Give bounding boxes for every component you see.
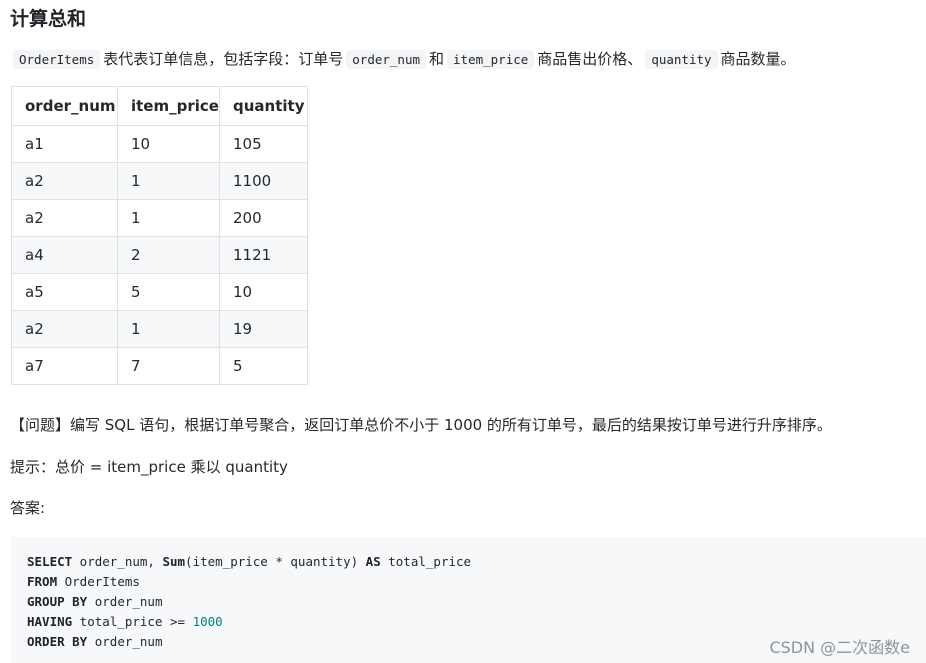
- code-number-literal: 1000: [192, 614, 223, 629]
- table-row: a4 2 1121: [11, 236, 308, 274]
- code-text: total_price: [380, 554, 472, 569]
- csdn-watermark: CSDN @二次函数e: [769, 638, 910, 657]
- cell-item-price: 2: [117, 236, 220, 274]
- header-quantity: quantity: [219, 86, 308, 126]
- intro-text-4: 商品数量。: [720, 50, 796, 68]
- cell-order-num: a2: [11, 310, 118, 348]
- inline-code-table: OrderItems: [13, 50, 101, 69]
- table-header-row: order_num item_price quantity: [11, 86, 308, 126]
- keyword-as: AS: [365, 554, 381, 569]
- inline-code-quantity: quantity: [645, 50, 718, 69]
- cell-quantity: 1121: [219, 236, 308, 274]
- code-line: SELECT order_num, Sum(item_price * quant…: [27, 552, 926, 572]
- code-text: order_num: [87, 594, 163, 609]
- code-text: order_num: [87, 634, 163, 649]
- intro-text-1: 表代表订单信息，包括字段：订单号: [103, 50, 344, 68]
- inline-code-item-price: item_price: [447, 50, 535, 69]
- code-text: (item_price * quantity): [185, 554, 366, 569]
- code-line: HAVING total_price >= 1000: [27, 612, 926, 632]
- cell-item-price: 1: [117, 310, 220, 348]
- intro-text-3: 商品售出价格、: [537, 50, 643, 68]
- cell-order-num: a2: [11, 199, 118, 237]
- code-text: total_price >=: [72, 614, 193, 629]
- table-row: a5 5 10: [11, 273, 308, 311]
- intro-paragraph: OrderItems 表代表订单信息，包括字段：订单号 order_num 和 item…: [10, 46, 796, 72]
- inline-code-order-num: order_num: [346, 50, 427, 69]
- header-order-num: order_num: [11, 86, 118, 126]
- cell-item-price: 10: [117, 125, 220, 163]
- cell-item-price: 1: [117, 199, 220, 237]
- keyword-order-by: ORDER BY: [27, 634, 88, 649]
- table-row: a7 7 5: [11, 347, 308, 385]
- cell-order-num: a1: [11, 125, 118, 163]
- cell-quantity: 200: [219, 199, 308, 237]
- table-row: a2 1 19: [11, 310, 308, 348]
- cell-item-price: 5: [117, 273, 220, 311]
- hint-text: 提示：总价 = item_price 乘以 quantity: [10, 458, 288, 476]
- cell-quantity: 1100: [219, 162, 308, 200]
- cell-order-num: a2: [11, 162, 118, 200]
- cell-quantity: 105: [219, 125, 308, 163]
- code-text: order_num,: [72, 554, 163, 569]
- table-row: a2 1 1100: [11, 162, 308, 200]
- cell-order-num: a5: [11, 273, 118, 311]
- table-row: a1 10 105: [11, 125, 308, 163]
- cell-order-num: a4: [11, 236, 118, 274]
- code-text: OrderItems: [57, 574, 140, 589]
- keyword-sum: Sum: [162, 554, 186, 569]
- code-line: FROM OrderItems: [27, 572, 926, 592]
- answer-label: 答案:: [10, 499, 46, 517]
- keyword-from: FROM: [27, 574, 58, 589]
- cell-quantity: 5: [219, 347, 308, 385]
- keyword-group-by: GROUP BY: [27, 594, 88, 609]
- cell-quantity: 10: [219, 273, 308, 311]
- cell-order-num: a7: [11, 347, 118, 385]
- question-text: 【问题】编写 SQL 语句，根据订单号聚合，返回订单总价不小于 1000 的所有…: [10, 416, 832, 434]
- code-line: GROUP BY order_num: [27, 592, 926, 612]
- order-items-table: order_num item_price quantity a1 10 105 …: [11, 86, 308, 385]
- table-row: a2 1 200: [11, 199, 308, 237]
- keyword-select: SELECT: [27, 554, 73, 569]
- keyword-having: HAVING: [27, 614, 73, 629]
- cell-item-price: 7: [117, 347, 220, 385]
- page-title: 计算总和: [10, 8, 87, 30]
- cell-item-price: 1: [117, 162, 220, 200]
- cell-quantity: 19: [219, 310, 308, 348]
- header-item-price: item_price: [117, 86, 220, 126]
- intro-text-2: 和: [429, 50, 445, 68]
